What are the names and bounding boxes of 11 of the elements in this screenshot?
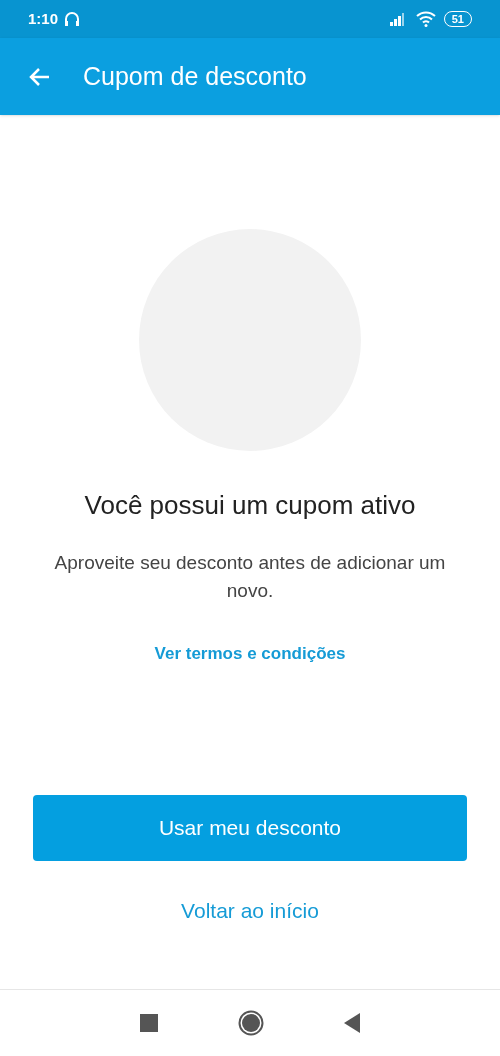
message-text: Aproveite seu desconto antes de adicionar um novo. [53,551,447,603]
terms-link[interactable]: Ver termos e condições [154,641,346,667]
home-icon[interactable] [238,1010,264,1036]
status-time: 1:10 [28,8,59,29]
heading: Você possui um cupom ativo [84,489,416,521]
back-icon[interactable] [344,1013,360,1033]
screen-title: Cupom de desconto [83,60,307,92]
back-home-link[interactable]: Voltar ao início [181,894,319,926]
use-discount-button[interactable]: Usar meu desconto [33,794,467,861]
wifi-icon [415,11,436,27]
headphones-icon [64,11,81,27]
